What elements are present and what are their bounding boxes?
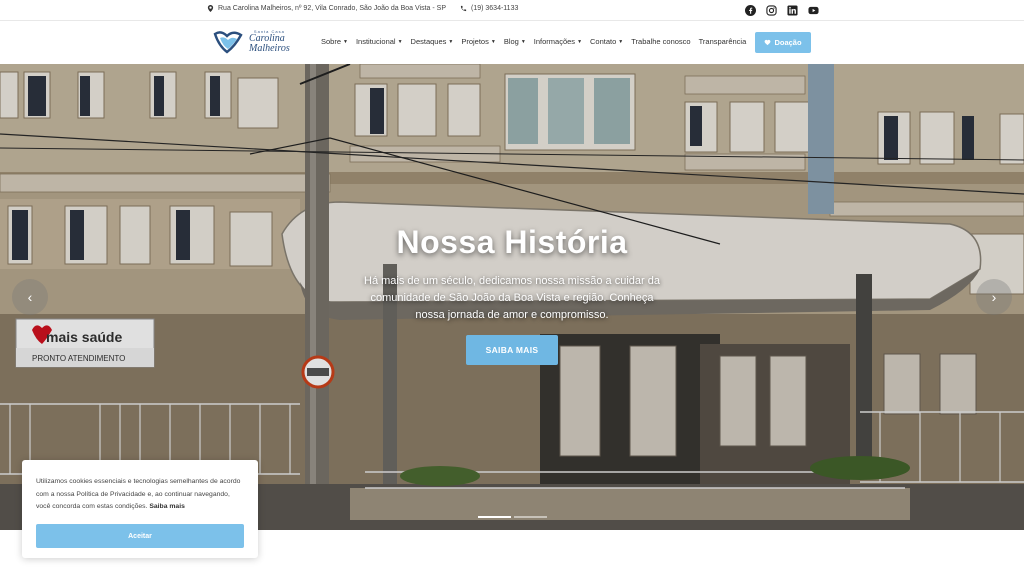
menu-item-projetos[interactable]: Projetos ▼ [461,37,495,46]
menu-label: Sobre [321,37,342,46]
caret-down-icon: ▼ [520,38,526,45]
cookie-learn-more-link[interactable]: Saiba mais [149,503,185,510]
menu-item-contato[interactable]: Contato ▼ [590,37,623,46]
linkedin-icon[interactable] [786,4,798,16]
phone-item[interactable]: (19) 3634-1133 [460,5,518,12]
caret-down-icon: ▼ [343,38,348,45]
facebook-icon[interactable] [744,4,756,16]
caret-down-icon: ▼ [618,38,624,45]
caret-down-icon: ▼ [490,38,496,45]
menu-item-trabalhe-conosco[interactable]: Trabalhe conosco [631,37,690,46]
map-pin-icon [207,5,214,12]
menu-item-transparencia[interactable]: Transparência [699,37,747,46]
donate-button[interactable]: Doação [755,32,811,53]
menu-label: Informações [533,37,576,46]
menu-item-sobre[interactable]: Sobre ▼ [321,37,348,46]
carousel-indicators [478,516,547,518]
carousel-indicator-2[interactable] [514,516,547,518]
carousel-prev-button[interactable]: ‹ [12,279,48,315]
menu-item-informacoes[interactable]: Informações ▼ [534,37,582,46]
carousel-indicator-1[interactable] [478,516,511,518]
caret-down-icon: ▼ [397,38,403,45]
menu-label: Transparência [698,37,747,46]
chevron-left-icon: ‹ [27,289,33,305]
instagram-icon[interactable] [765,4,777,16]
menu-item-institucional[interactable]: Institucional ▼ [356,37,403,46]
menu-label: Trabalhe conosco [631,37,691,46]
menu-item-blog[interactable]: Blog ▼ [504,37,526,46]
menu-label: Blog [503,37,519,46]
address-text: Rua Carolina Malheiros, nº 92, Vila Conr… [218,5,446,12]
hero-title: Nossa História [396,224,628,260]
hearts-logo-icon [211,28,247,56]
cookie-banner: Utilizamos cookies essenciais e tecnolog… [22,460,258,558]
logo-name-line2: Malheiros [249,43,290,54]
menu-label: Institucional [355,37,396,46]
menu-label: Contato [590,37,617,46]
menu-label: Destaques [410,37,447,46]
heart-icon [765,39,771,46]
menu-label: Projetos [461,37,489,46]
social-links [744,4,819,16]
menu-item-destaques[interactable]: Destaques ▼ [411,37,454,46]
cookie-text-block: Utilizamos cookies essenciais e tecnolog… [36,476,244,514]
caret-down-icon: ▼ [448,38,454,45]
contact-info: Rua Carolina Malheiros, nº 92, Vila Conr… [207,5,518,12]
cookie-text: Utilizamos cookies essenciais e tecnolog… [36,478,241,511]
carousel-next-button[interactable]: › [976,279,1012,315]
logo-text: Santa Casa Carolina Malheiros [249,30,290,54]
youtube-icon[interactable] [807,4,819,16]
phone-text: (19) 3634-1133 [471,5,519,12]
caret-down-icon: ▼ [577,38,583,45]
phone-icon [460,5,467,12]
hero-description: Há mais de um século, dedicamos nossa mi… [364,275,660,321]
main-navbar: Santa Casa Carolina Malheiros Sobre ▼ Ins… [0,21,1024,64]
main-menu: Sobre ▼ Institucional ▼ Destaques ▼ Projeto… [321,37,746,46]
address-item: Rua Carolina Malheiros, nº 92, Vila Conr… [207,5,446,12]
chevron-right-icon: › [991,289,997,305]
saiba-mais-button[interactable]: SAIBA MAIS [466,335,558,365]
site-logo[interactable]: Santa Casa Carolina Malheiros [211,27,295,57]
cookie-accept-button[interactable]: Aceitar [36,524,244,548]
top-bar: Rua Carolina Malheiros, nº 92, Vila Conr… [0,0,1024,21]
donate-label: Doação [774,38,802,47]
